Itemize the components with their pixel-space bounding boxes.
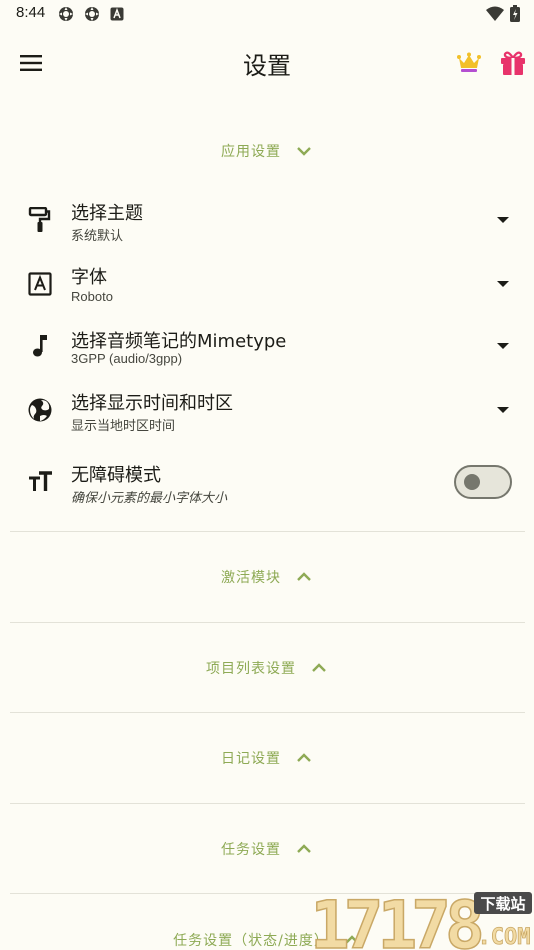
menu-button[interactable] [14,48,48,78]
status-time: 8:44 [16,4,46,21]
chevron-up-icon [297,844,311,853]
divider [10,712,525,713]
setting-row-audio-mimetype[interactable]: 选择音频笔记的Mimetype 3GPP (audio/3gpp) [0,318,534,378]
wifi-icon [486,6,504,21]
setting-title: 字体 [71,267,107,288]
divider [10,622,525,623]
setting-subtitle: 显示当地时区时间 [71,419,176,434]
setting-title: 无障碍模式 [71,465,161,486]
chevron-down-icon [297,147,311,156]
watermark-logo-graphic: 17178 下载站 .COM [309,886,532,950]
divider [10,531,525,532]
paint-roller-icon [26,206,54,234]
watermark-logo: 17178 下载站 .COM [308,886,534,950]
dropdown-arrow-icon[interactable] [495,215,511,225]
globe-icon [26,396,54,424]
setting-row-accessibility[interactable]: 无障碍模式 确保小元素的最小字体大小 [0,452,534,512]
status-bar: 8:44 [0,0,534,28]
section-header-project-list[interactable]: 项目列表设置 [0,648,534,688]
svg-text:17178: 17178 [310,887,481,950]
text-a-icon [110,7,124,21]
setting-subtitle: 确保小元素的最小字体大小 [71,491,228,506]
toggle-knob [464,474,480,490]
section-header-label: 日记设置 [221,751,281,767]
setting-title: 选择显示时间和时区 [71,393,233,414]
section-header-app-settings[interactable]: 应用设置 [0,131,534,171]
setting-subtitle: 系统默认 [71,229,124,244]
section-header-label: 任务设置 [221,842,281,858]
dropdown-arrow-icon[interactable] [495,279,511,289]
app-bar: 设置 [0,28,534,100]
font-a-box-icon [26,270,54,298]
svg-text:.COM: .COM [478,925,531,950]
setting-title: 选择音频笔记的Mimetype [71,331,287,352]
chevron-up-icon [297,572,311,581]
settings-gear-icon [85,7,99,21]
setting-row-timezone[interactable]: 选择显示时间和时区 显示当地时区时间 [0,380,534,440]
accessibility-toggle[interactable] [454,465,512,499]
text-size-icon [26,468,54,496]
chevron-up-icon [312,663,326,672]
settings-screen: 8:44 设置 应用设置 选择主题 系统默认 字体 Roboto 选择音频笔记的… [0,0,534,950]
chevron-up-icon [297,753,311,762]
premium-button[interactable] [452,48,486,78]
section-header-modules[interactable]: 激活模块 [0,557,534,597]
music-note-icon [26,332,54,360]
dropdown-arrow-icon[interactable] [495,405,511,415]
svg-text:下载站: 下载站 [480,895,525,913]
gift-icon [501,51,525,75]
section-header-tasks[interactable]: 任务设置 [0,829,534,869]
section-header-label: 任务设置（状态/进度） [173,933,329,949]
gift-button[interactable] [496,48,530,78]
setting-subtitle: Roboto [71,289,113,304]
section-header-label: 激活模块 [221,570,281,586]
battery-icon [510,5,520,22]
settings-gear-icon [59,7,73,21]
section-header-label: 应用设置 [221,144,281,160]
setting-subtitle: 3GPP (audio/3gpp) [71,351,183,366]
section-header-label: 项目列表设置 [206,661,296,677]
section-header-diary[interactable]: 日记设置 [0,738,534,778]
setting-row-theme[interactable]: 选择主题 系统默认 [0,190,534,250]
crown-icon [457,52,481,72]
divider [10,803,525,804]
dropdown-arrow-icon[interactable] [495,341,511,351]
setting-row-font[interactable]: 字体 Roboto [0,254,534,314]
setting-title: 选择主题 [71,203,143,224]
hamburger-menu-icon [20,55,42,71]
